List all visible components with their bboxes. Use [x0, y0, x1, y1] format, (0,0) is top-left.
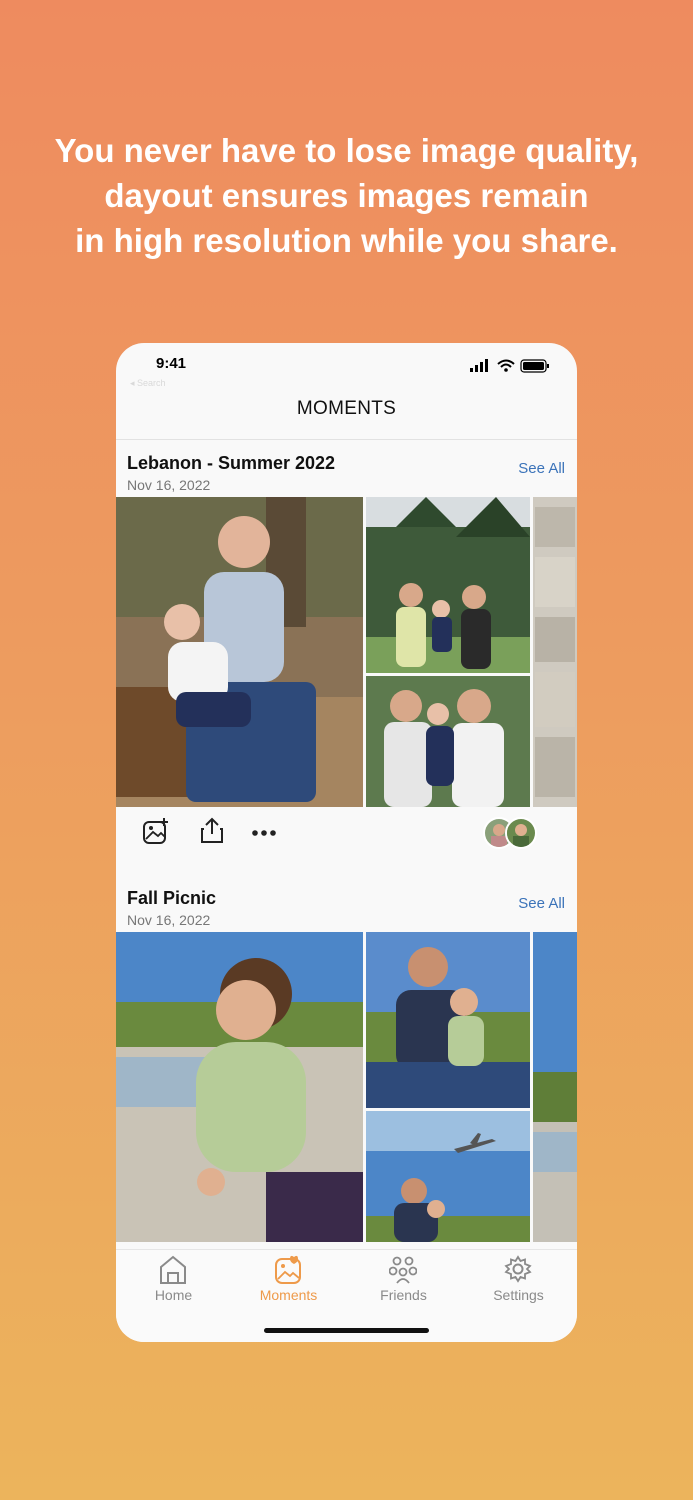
moments-icon	[275, 1255, 301, 1284]
promo-headline: You never have to lose image quality, da…	[0, 128, 693, 263]
photo-stone-wall[interactable]	[533, 497, 577, 807]
see-all-link[interactable]: See All	[518, 460, 565, 477]
home-icon	[160, 1255, 186, 1284]
see-all-link[interactable]: See All	[518, 895, 565, 912]
moment-title[interactable]: Fall Picnic	[127, 888, 216, 909]
tab-friends-label: Friends	[380, 1287, 427, 1303]
friends-icon	[389, 1256, 417, 1284]
status-bar: 9:41 ◂ Search	[116, 343, 577, 389]
headline-line-2: dayout ensures images remain	[104, 177, 589, 214]
photo-grandfather-baby[interactable]	[116, 497, 363, 807]
photo-father-baby[interactable]	[366, 932, 530, 1108]
shared-user-avatar[interactable]	[505, 817, 537, 849]
home-indicator[interactable]	[264, 1328, 429, 1333]
headline-line-3: in high resolution while you share.	[75, 222, 618, 259]
tab-settings[interactable]: Settings	[461, 1250, 576, 1310]
tab-moments[interactable]: Moments	[231, 1250, 346, 1310]
tab-home[interactable]: Home	[116, 1250, 231, 1310]
tab-friends[interactable]: Friends	[346, 1250, 461, 1310]
photo-park-edge[interactable]	[533, 932, 577, 1242]
photo-family-trees[interactable]	[366, 497, 530, 673]
moment-date: Nov 16, 2022	[127, 912, 211, 928]
tab-home-label: Home	[154, 1287, 193, 1303]
add-photo-icon[interactable]	[142, 817, 170, 845]
page-title: MOMENTS	[296, 398, 397, 419]
moment-title[interactable]: Lebanon - Summer 2022	[127, 453, 335, 474]
moment-date: Nov 16, 2022	[127, 477, 211, 493]
photo-grandparents-baby[interactable]	[366, 676, 530, 807]
tab-moments-label: Moments	[259, 1287, 318, 1303]
photo-plane-sky[interactable]	[366, 1111, 530, 1242]
back-to-search-link[interactable]: ◂ Search	[130, 378, 166, 389]
signal-wifi-battery-icon	[470, 359, 549, 373]
status-time: 9:41	[156, 355, 187, 372]
tab-settings-label: Settings	[493, 1287, 544, 1303]
moment-actions-bar	[116, 807, 577, 862]
phone-screen: 9:41 ◂ Search MOMENTS Lebanon - Summer 2…	[116, 343, 577, 1342]
more-options-icon[interactable]	[251, 829, 277, 837]
share-icon[interactable]	[198, 817, 226, 845]
headline-line-1: You never have to lose image quality,	[54, 132, 639, 169]
gear-icon	[504, 1255, 532, 1283]
nav-divider	[116, 439, 577, 440]
photo-baby-blanket[interactable]	[116, 932, 363, 1242]
